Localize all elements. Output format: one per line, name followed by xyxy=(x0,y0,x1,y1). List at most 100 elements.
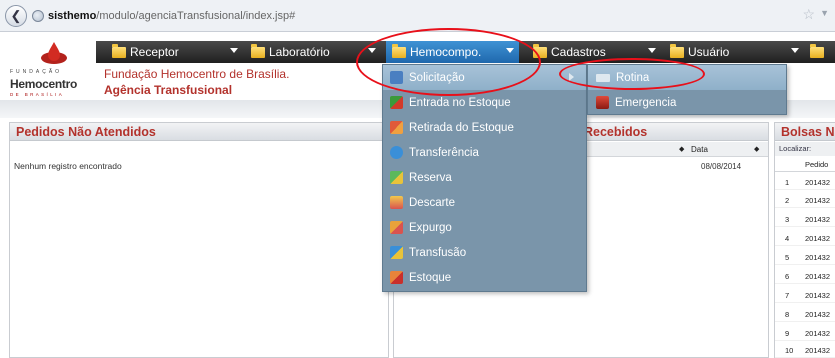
request-form-icon xyxy=(390,71,403,84)
browser-toolbar: ❮ sisthemo /modulo/agenciaTransfusional/… xyxy=(0,0,835,32)
row-pedido: 201432 xyxy=(805,346,831,355)
table-header: Pedido xyxy=(775,157,835,172)
chevron-down-icon[interactable] xyxy=(230,48,238,53)
submenu-item-rotina[interactable]: Rotina xyxy=(588,65,786,90)
menu-label: Usuário xyxy=(688,45,730,59)
sort-icon[interactable]: ◆ xyxy=(679,145,684,153)
logo-title: Hemocentro xyxy=(10,77,78,91)
table-row[interactable]: 8 201432 xyxy=(775,306,835,322)
blood-drop-logo-icon xyxy=(41,42,67,64)
menu-item-label: Transferência xyxy=(409,146,479,159)
menu-laboratorio[interactable]: Laboratório xyxy=(251,41,330,63)
column-header-pedido[interactable]: Pedido xyxy=(805,160,828,169)
organization-name: Fundação Hemocentro de Brasília. xyxy=(104,67,290,81)
menu-item-descarte[interactable]: Descarte xyxy=(383,190,586,215)
row-index: 7 xyxy=(785,291,790,300)
chevron-down-icon[interactable] xyxy=(791,48,799,53)
menu-item-label: Solicitação xyxy=(409,71,465,84)
folder-icon xyxy=(251,43,265,58)
chevron-right-icon xyxy=(569,73,574,81)
logo-small-text: FUNDAÇÃO xyxy=(10,69,63,75)
globe-icon xyxy=(32,10,44,22)
menu-more[interactable] xyxy=(810,41,828,63)
menu-item-expurgo[interactable]: Expurgo xyxy=(383,215,586,240)
menu-item-reserva[interactable]: Reserva xyxy=(383,165,586,190)
row-pedido: 201432 xyxy=(805,272,831,281)
chevron-down-icon[interactable]: ▼ xyxy=(820,8,829,18)
table-row[interactable]: 6 201432 xyxy=(775,268,835,284)
menu-label: Receptor xyxy=(130,45,179,59)
menu-hemocomponentes[interactable]: Hemocompo. xyxy=(386,41,519,63)
hemocomponentes-dropdown: Solicitação Entrada no Estoque Retirada … xyxy=(382,64,587,292)
table-row[interactable]: 9 201432 xyxy=(775,325,835,341)
menu-item-transferencia[interactable]: Transferência xyxy=(383,140,586,165)
row-pedido: 201432 xyxy=(805,310,831,319)
table-row[interactable]: 3 201432 xyxy=(775,211,835,227)
menu-usuario[interactable]: Usuário xyxy=(670,41,729,63)
menu-item-solicitacao[interactable]: Solicitação xyxy=(383,65,586,90)
transfer-icon xyxy=(390,146,403,159)
menu-item-retirada-estoque[interactable]: Retirada do Estoque xyxy=(383,115,586,140)
table-row[interactable]: 2 201432 xyxy=(775,192,835,208)
menu-item-transfusao[interactable]: Transfusão xyxy=(383,240,586,265)
chevron-down-icon[interactable] xyxy=(368,48,376,53)
chevron-down-icon[interactable] xyxy=(506,48,514,53)
row-index: 10 xyxy=(785,346,794,355)
row-pedido: 201432 xyxy=(805,291,831,300)
panel-title: Pedidos Não Atendidos xyxy=(10,123,388,141)
menu-cadastros[interactable]: Cadastros xyxy=(533,41,606,63)
hemocentro-logo: FUNDAÇÃO Hemocentro DE BRASÍLIA xyxy=(10,41,98,97)
submenu-item-emergencia[interactable]: Emergencia xyxy=(588,90,786,115)
url-host: sisthemo xyxy=(48,10,97,22)
bookmark-star-icon[interactable]: ☆ xyxy=(802,6,815,23)
routine-icon xyxy=(596,73,610,82)
table-row[interactable]: 10 201432 xyxy=(775,342,835,358)
back-arrow-icon[interactable]: ❮ xyxy=(5,5,27,27)
stock-in-icon xyxy=(390,96,403,109)
url-path: /modulo/agenciaTransfusional/index.jsp# xyxy=(96,10,296,22)
row-index: 2 xyxy=(785,196,790,205)
menu-receptor[interactable]: Receptor xyxy=(112,41,179,63)
menu-item-label: Expurgo xyxy=(409,221,452,234)
folder-icon xyxy=(810,43,824,58)
row-index: 5 xyxy=(785,253,790,262)
row-index: 8 xyxy=(785,310,790,319)
folder-icon xyxy=(112,43,126,58)
purge-icon xyxy=(390,221,403,234)
discard-icon xyxy=(390,196,403,209)
menu-item-label: Transfusão xyxy=(409,246,467,259)
folder-icon xyxy=(392,43,406,58)
address-bar[interactable]: sisthemo /modulo/agenciaTransfusional/in… xyxy=(32,6,472,26)
menu-item-label: Estoque xyxy=(409,271,452,284)
row-index: 9 xyxy=(785,329,790,338)
menu-item-label: Reserva xyxy=(409,171,452,184)
folder-icon xyxy=(533,43,547,58)
submenu-item-label: Rotina xyxy=(616,71,650,84)
search-label: Localizar: xyxy=(775,142,835,156)
table-row[interactable]: 5 201432 xyxy=(775,249,835,265)
panel-title-text: Recebidos xyxy=(584,125,648,139)
row-index: 1 xyxy=(785,178,790,187)
table-cell-date: 08/08/2014 xyxy=(701,162,742,171)
empty-message: Nenhum registro encontrado xyxy=(14,161,122,171)
panel-bags: Bolsas N Localizar: Pedido 1 201432 2 2014… xyxy=(774,122,835,358)
table-row[interactable]: 1 201432 xyxy=(775,174,835,190)
column-header-date[interactable]: Data xyxy=(691,145,708,154)
row-index: 6 xyxy=(785,272,790,281)
stock-out-icon xyxy=(390,121,403,134)
unit-name: Agência Transfusional xyxy=(104,83,233,97)
logo-sub-text: DE BRASÍLIA xyxy=(10,92,65,97)
row-pedido: 201432 xyxy=(805,178,831,187)
menu-item-entrada-estoque[interactable]: Entrada no Estoque xyxy=(383,90,586,115)
panel-pending-requests: Pedidos Não Atendidos Nenhum registro en… xyxy=(9,122,389,358)
table-row[interactable]: 7 201432 xyxy=(775,287,835,303)
main-menu-bar: Receptor Laboratório Hemocompo. Cadastro… xyxy=(96,41,835,63)
row-pedido: 201432 xyxy=(805,196,831,205)
menu-item-estoque[interactable]: Estoque xyxy=(383,265,586,290)
submenu-item-label: Emergencia xyxy=(615,96,677,109)
panel-title: Bolsas N xyxy=(775,123,835,141)
chevron-down-icon[interactable] xyxy=(648,48,656,53)
sort-icon[interactable]: ◆ xyxy=(754,145,759,153)
table-row[interactable]: 4 201432 xyxy=(775,230,835,246)
stock-icon xyxy=(390,271,403,284)
